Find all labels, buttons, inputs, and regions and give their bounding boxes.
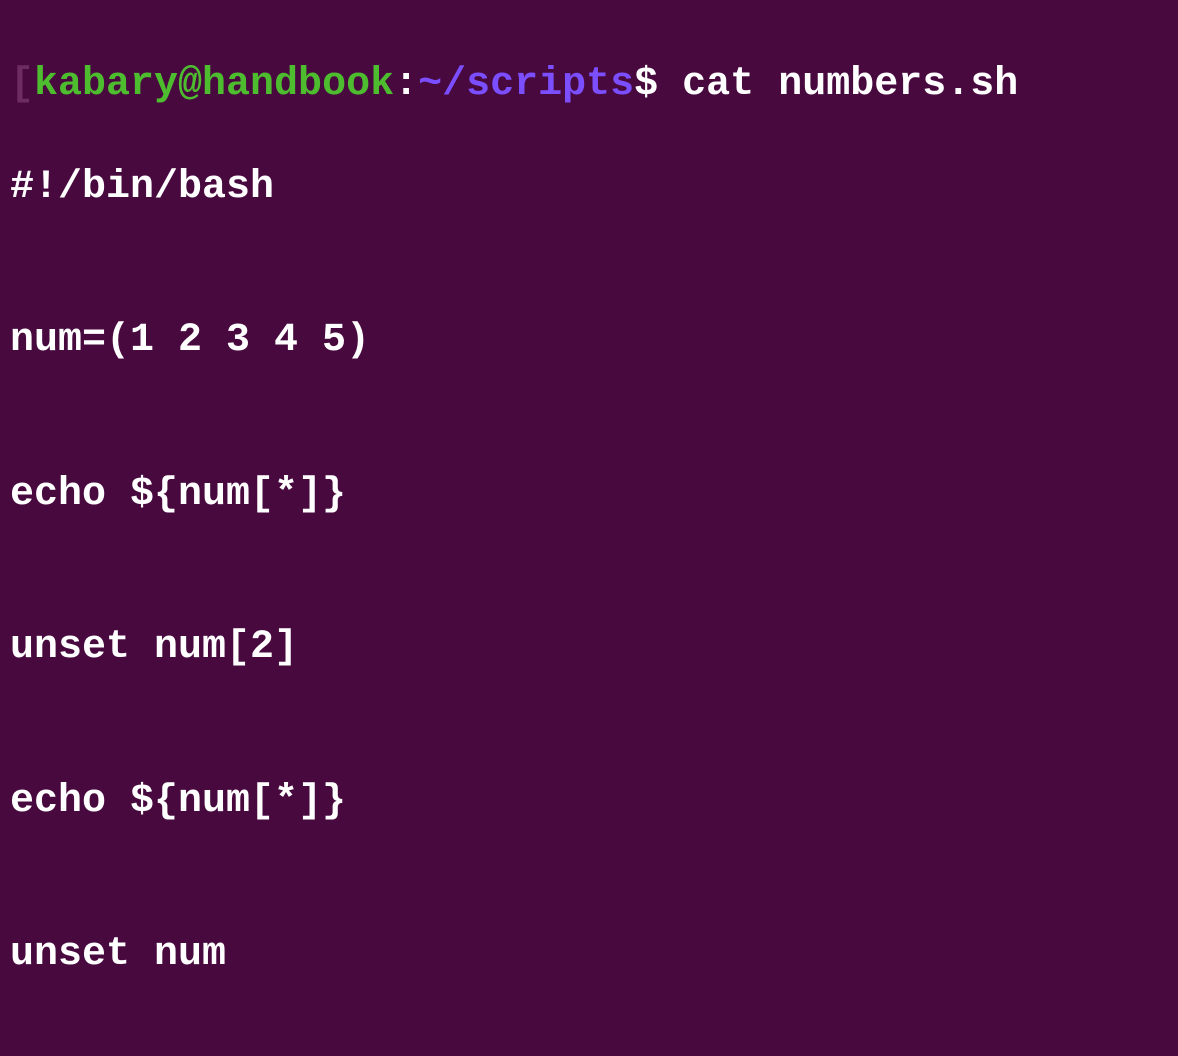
- file-line: unset num: [10, 929, 1170, 980]
- file-line: echo ${num[*]}: [10, 776, 1170, 827]
- file-line: echo ${num[*]}: [10, 469, 1170, 520]
- file-line: #!/bin/bash: [10, 162, 1170, 213]
- file-line: unset num[2]: [10, 622, 1170, 673]
- prompt-dollar: $: [634, 62, 658, 107]
- prompt-tilde: ~: [418, 62, 442, 107]
- command-cat: [658, 62, 682, 107]
- prompt-userhost: kabary@handbook: [34, 62, 394, 107]
- bracket-open: [: [10, 62, 34, 107]
- command-cat-text: cat numbers.sh: [682, 62, 1018, 107]
- prompt-line-1: [kabary@handbook:~/scripts$ cat numbers.…: [10, 59, 1170, 110]
- file-line: num=(1 2 3 4 5): [10, 315, 1170, 366]
- terminal[interactable]: [kabary@handbook:~/scripts$ cat numbers.…: [0, 0, 1178, 1056]
- prompt-colon: :: [394, 62, 418, 107]
- prompt-path: /scripts: [442, 62, 634, 107]
